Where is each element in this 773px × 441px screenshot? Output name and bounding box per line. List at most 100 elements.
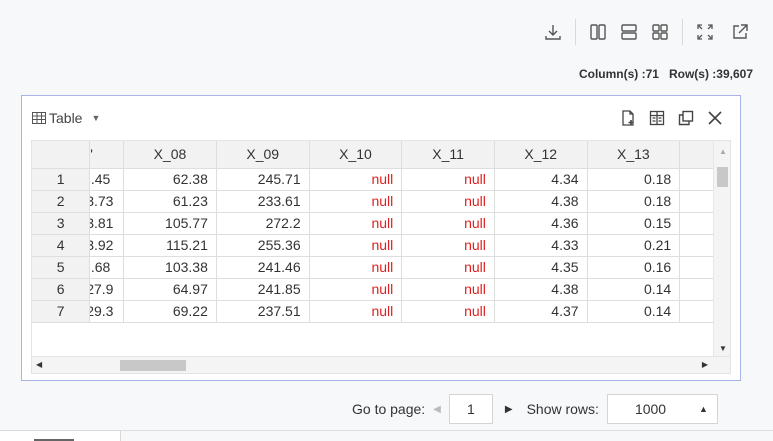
table-cell[interactable]: 4.38 bbox=[494, 190, 588, 213]
panel-tools bbox=[609, 107, 726, 129]
table-cell[interactable]: 0.18 bbox=[587, 190, 681, 213]
table-cell[interactable]: null bbox=[401, 190, 495, 213]
scroll-up-icon[interactable]: ▲ bbox=[719, 147, 727, 156]
column-header[interactable]: ' bbox=[89, 141, 125, 169]
table-cell[interactable]: 69.22 bbox=[123, 300, 217, 323]
table-cell[interactable]: 105.77 bbox=[123, 212, 217, 235]
table-cell[interactable]: 0.21 bbox=[587, 234, 681, 257]
add-file-icon[interactable] bbox=[618, 108, 638, 128]
table-cell[interactable]: 3.92 bbox=[89, 234, 125, 257]
table-cell[interactable]: null bbox=[401, 212, 495, 235]
table-cell[interactable]: 272.2 bbox=[216, 212, 310, 235]
table-cell[interactable]: 4.34 bbox=[494, 168, 588, 191]
table-cell[interactable]: null bbox=[309, 190, 403, 213]
column-header[interactable]: X_11 bbox=[401, 141, 495, 169]
table-cell[interactable]: 103.38 bbox=[123, 256, 217, 279]
horizontal-scroll-thumb[interactable] bbox=[120, 360, 186, 371]
view-type-dropdown[interactable]: Table ▼ bbox=[32, 110, 100, 126]
previous-page-icon[interactable]: ◀ bbox=[433, 404, 441, 415]
column-count: Column(s) :71 bbox=[578, 67, 659, 81]
table-cell[interactable]: 3.73 bbox=[89, 190, 125, 213]
table-cell[interactable]: null bbox=[401, 278, 495, 301]
split-columns-icon[interactable] bbox=[587, 21, 609, 43]
scroll-down-icon[interactable]: ▼ bbox=[719, 344, 727, 353]
table-cell[interactable]: 61.23 bbox=[123, 190, 217, 213]
table-cell[interactable]: 233.61 bbox=[216, 190, 310, 213]
table-cell[interactable]: 255.36 bbox=[216, 234, 310, 257]
table-cell[interactable]: 64.97 bbox=[123, 278, 217, 301]
row-number: 5 bbox=[32, 256, 91, 279]
table-cell[interactable]: 245.71 bbox=[216, 168, 310, 191]
close-icon[interactable] bbox=[704, 107, 726, 129]
table-cell[interactable]: null bbox=[401, 300, 495, 323]
table-cell[interactable]: 237.51 bbox=[216, 300, 310, 323]
next-page-icon[interactable]: ▶ bbox=[505, 404, 513, 415]
table-cell[interactable]: null bbox=[401, 256, 495, 279]
column-header[interactable]: X_13 bbox=[587, 141, 681, 169]
download-icon[interactable] bbox=[542, 21, 564, 43]
table-cell[interactable]: ).68 bbox=[89, 256, 125, 279]
table-cell[interactable]: null bbox=[309, 278, 403, 301]
table-cell[interactable]: 29.3 bbox=[89, 300, 125, 323]
panel-header: Table ▼ bbox=[22, 96, 740, 140]
header-row: ' X_08 X_09 X_10 X_11 X_12 X_13 bbox=[32, 141, 730, 169]
cell-value: 3.92 bbox=[90, 237, 114, 253]
table-row[interactable]: 627.964.97241.85nullnull4.380.14 bbox=[32, 278, 730, 301]
goto-page-label: Go to page: bbox=[352, 401, 426, 417]
table-cell[interactable]: 0.16 bbox=[587, 256, 681, 279]
column-header[interactable]: X_09 bbox=[216, 141, 310, 169]
table-cell[interactable]: 27.9 bbox=[89, 278, 125, 301]
bottom-tab[interactable] bbox=[0, 430, 121, 441]
table-row[interactable]: 5).68103.38241.46nullnull4.350.16 bbox=[32, 256, 730, 279]
table-cell[interactable]: null bbox=[309, 256, 403, 279]
table-panel: Table ▼ ' X_08 X_09 X_10 X_11 X_12 X_13 … bbox=[21, 95, 741, 381]
popout-icon[interactable] bbox=[729, 21, 751, 43]
table-row[interactable]: 43.92115.21255.36nullnull4.330.21 bbox=[32, 234, 730, 257]
table-cell[interactable]: 241.46 bbox=[216, 256, 310, 279]
vertical-scroll-thumb[interactable] bbox=[717, 167, 728, 187]
stepper-up-icon[interactable]: ▲ bbox=[699, 395, 708, 423]
page-number-input[interactable]: 1 bbox=[448, 394, 493, 424]
table-cell[interactable]: 62.38 bbox=[123, 168, 217, 191]
table-cell[interactable]: 241.85 bbox=[216, 278, 310, 301]
table-cell[interactable]: 4.36 bbox=[494, 212, 588, 235]
row-number: 6 bbox=[32, 278, 91, 301]
table-cell[interactable]: null bbox=[401, 168, 495, 191]
column-header[interactable]: X_10 bbox=[309, 141, 403, 169]
split-rows-icon[interactable] bbox=[618, 21, 640, 43]
table-cell[interactable]: 4.37 bbox=[494, 300, 588, 323]
scroll-right-icon[interactable]: ▶ bbox=[702, 360, 708, 369]
copy-icon[interactable] bbox=[676, 108, 696, 128]
scroll-left-icon[interactable]: ◀ bbox=[36, 360, 42, 369]
grid-layout-icon[interactable] bbox=[649, 21, 671, 43]
row-number: 3 bbox=[32, 212, 91, 235]
table-cell[interactable]: null bbox=[309, 168, 403, 191]
column-header[interactable]: X_08 bbox=[123, 141, 217, 169]
table-row[interactable]: 1).4562.38245.71nullnull4.340.18 bbox=[32, 168, 730, 191]
table-cell[interactable]: null bbox=[309, 212, 403, 235]
table-cell[interactable]: 3.81 bbox=[89, 212, 125, 235]
table-cell[interactable]: null bbox=[309, 234, 403, 257]
table-cell[interactable]: 115.21 bbox=[123, 234, 217, 257]
column-header[interactable]: X_12 bbox=[494, 141, 588, 169]
table-cell[interactable]: 0.14 bbox=[587, 278, 681, 301]
table-row[interactable]: 33.81105.77272.2nullnull4.360.15 bbox=[32, 212, 730, 235]
table-cell[interactable]: null bbox=[309, 300, 403, 323]
vertical-scrollbar[interactable]: ▲ ▼ bbox=[713, 141, 730, 357]
table-cell[interactable]: 0.18 bbox=[587, 168, 681, 191]
table-cell[interactable]: 4.35 bbox=[494, 256, 588, 279]
table-cell[interactable]: 4.38 bbox=[494, 278, 588, 301]
horizontal-scrollbar[interactable]: ◀ ▶ bbox=[32, 356, 730, 373]
rows-per-page-stepper[interactable]: 1000 ▲ bbox=[606, 394, 718, 424]
table-cell[interactable]: null bbox=[401, 234, 495, 257]
row-count: Row(s) :39,607 bbox=[668, 67, 753, 81]
table-cell[interactable]: 4.33 bbox=[494, 234, 588, 257]
table-cell[interactable]: ).45 bbox=[89, 168, 125, 191]
table-config-icon[interactable] bbox=[647, 108, 667, 128]
table-row[interactable]: 729.369.22237.51nullnull4.370.14 bbox=[32, 300, 730, 323]
fullscreen-icon[interactable] bbox=[694, 21, 716, 43]
bottom-divider bbox=[121, 430, 773, 431]
table-row[interactable]: 23.7361.23233.61nullnull4.380.18 bbox=[32, 190, 730, 213]
table-cell[interactable]: 0.15 bbox=[587, 212, 681, 235]
table-cell[interactable]: 0.14 bbox=[587, 300, 681, 323]
